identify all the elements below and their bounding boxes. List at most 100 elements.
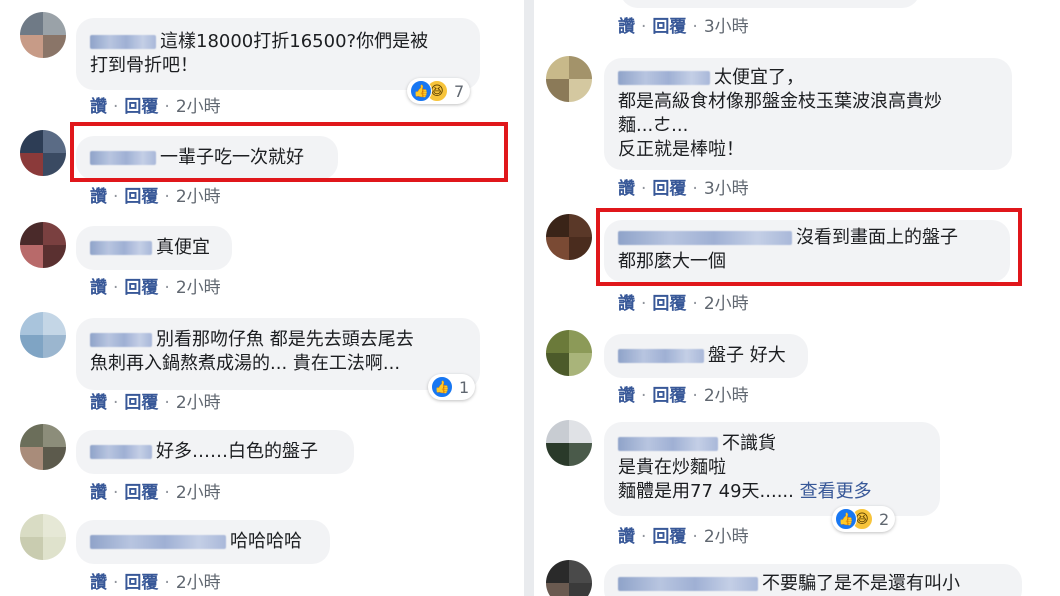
comment-text: 一輩子吃一次就好 [160, 147, 304, 168]
commenter-name[interactable] [618, 71, 710, 85]
commenter-name[interactable] [618, 437, 718, 451]
like-button[interactable]: 讚 [90, 483, 107, 503]
reply-button[interactable]: 回覆 [124, 483, 158, 503]
commenter-name[interactable] [618, 577, 758, 591]
reaction-summary[interactable]: 👍 1 [428, 374, 476, 400]
commenter-name[interactable] [90, 241, 152, 255]
commenter-name[interactable] [90, 445, 152, 459]
comment-timestamp[interactable]: 3小時 [704, 179, 749, 199]
comment-timestamp[interactable]: 2小時 [704, 294, 749, 314]
avatar[interactable] [20, 222, 66, 268]
like-button[interactable]: 讚 [90, 573, 107, 593]
comment-bubble [620, 0, 920, 8]
reply-button[interactable]: 回覆 [652, 386, 686, 406]
comment-timestamp[interactable]: 2小時 [176, 278, 221, 298]
like-button[interactable]: 讚 [618, 386, 635, 406]
comment-text: 反正就是棒啦！ [618, 139, 744, 160]
avatar[interactable] [20, 424, 66, 470]
comment-text: 都是高級食材像那盤金枝玉葉波浪高貴炒 [618, 91, 942, 112]
comment-bubble: 哈哈哈哈 [76, 520, 330, 564]
comment-bubble: 太便宜了， 都是高級食材像那盤金枝玉葉波浪高貴炒 麵...ㄜ... 反正就是棒啦… [604, 58, 1012, 170]
reaction-summary[interactable]: 👍 😆 7 [407, 78, 471, 104]
comment-text: 哈哈哈哈 [230, 531, 302, 552]
avatar[interactable] [546, 330, 592, 376]
comment-actions: 讚 · 回覆 · 2小時 [90, 187, 221, 207]
reply-button[interactable]: 回覆 [652, 17, 686, 37]
comment-text: 都那麼大一個 [618, 251, 726, 272]
comment-actions: 讚 · 回覆 · 2小時 [618, 294, 749, 314]
comment-actions: 讚 · 回覆 · 2小時 [618, 386, 749, 406]
comment-timestamp[interactable]: 3小時 [704, 17, 749, 37]
see-more-link[interactable]: 查看更多 [800, 481, 872, 502]
avatar[interactable] [546, 560, 592, 596]
commenter-name[interactable] [90, 35, 156, 49]
left-comment-column: 這樣18000打折16500?你們是被 打到骨折吧！ 👍 😆 7 讚 · 回覆 · 2小… [0, 0, 524, 596]
comment-bubble: 別看那吻仔魚 都是先去頭去尾去 魚刺再入鍋熬煮成湯的... 貴在工法啊... [76, 318, 480, 390]
comment-actions: 讚 · 回覆 · 2小時 [90, 483, 221, 503]
comment-text: 麵體是用77 49天...... [618, 481, 794, 502]
like-button[interactable]: 讚 [90, 278, 107, 298]
comment-text: 別看那吻仔魚 都是先去頭去尾去 [156, 329, 414, 350]
comment-actions: 讚 · 回覆 · 3小時 [618, 179, 749, 199]
reply-button[interactable]: 回覆 [124, 393, 158, 413]
like-button[interactable]: 讚 [90, 393, 107, 413]
like-button[interactable]: 讚 [90, 187, 107, 207]
reply-button[interactable]: 回覆 [124, 573, 158, 593]
comment-timestamp[interactable]: 2小時 [176, 573, 221, 593]
avatar[interactable] [546, 420, 592, 466]
comment-actions: 讚 · 回覆 · 2小時 [90, 393, 221, 413]
reply-button[interactable]: 回覆 [124, 278, 158, 298]
comment-timestamp[interactable]: 2小時 [704, 386, 749, 406]
comment-text: 打到骨折吧！ [90, 55, 198, 76]
like-button[interactable]: 讚 [618, 179, 635, 199]
comment-bubble: 好多……白色的盤子 [76, 430, 354, 474]
comment-timestamp[interactable]: 2小時 [176, 97, 221, 117]
avatar[interactable] [546, 56, 592, 102]
comment-text: 麵...ㄜ... [618, 115, 689, 136]
reply-button[interactable]: 回覆 [652, 294, 686, 314]
commenter-name[interactable] [90, 333, 152, 347]
reply-button[interactable]: 回覆 [652, 179, 686, 199]
like-button[interactable]: 讚 [90, 97, 107, 117]
avatar[interactable] [20, 130, 66, 176]
commenter-name[interactable] [618, 231, 792, 245]
comment-bubble: 沒看到畫面上的盤子 都那麼大一個 [604, 220, 1010, 282]
comment-bubble: 不識貨 是貴在炒麵啦 麵體是用77 49天...... 查看更多 [604, 422, 940, 516]
comment-text: 魚刺再入鍋熬煮成湯的... 貴在工法啊... [90, 353, 401, 374]
comment-text: 是貴在炒麵啦 [618, 457, 726, 478]
comment-timestamp[interactable]: 2小時 [176, 483, 221, 503]
comment-actions: 讚 · 回覆 · 3小時 [618, 17, 749, 37]
comment-actions: 讚 · 回覆 · 2小時 [618, 527, 749, 547]
commenter-name[interactable] [90, 535, 226, 549]
reaction-summary[interactable]: 👍 😆 2 [832, 506, 896, 532]
comment-bubble: 盤子 好大 [604, 334, 808, 378]
comment-bubble: 一輩子吃一次就好 [76, 136, 338, 180]
comment-timestamp[interactable]: 2小時 [704, 527, 749, 547]
like-button[interactable]: 讚 [618, 527, 635, 547]
like-button[interactable]: 讚 [618, 17, 635, 37]
right-comment-column: 讚 · 回覆 · 3小時 太便宜了， 都是高級食材像那盤金枝玉葉波浪高貴炒 麵...ㄜ.… [534, 0, 1060, 596]
comment-actions: 讚 · 回覆 · 2小時 [90, 97, 221, 117]
avatar[interactable] [20, 514, 66, 560]
reply-button[interactable]: 回覆 [124, 97, 158, 117]
comment-actions: 讚 · 回覆 · 2小時 [90, 278, 221, 298]
comment-actions: 讚 · 回覆 · 2小時 [90, 573, 221, 593]
comment-timestamp[interactable]: 2小時 [176, 393, 221, 413]
panel-divider [524, 0, 534, 596]
avatar[interactable] [546, 214, 592, 260]
comment-text: 沒看到畫面上的盤子 [796, 227, 958, 248]
avatar[interactable] [20, 312, 66, 358]
commenter-name[interactable] [90, 151, 156, 165]
like-reaction-icon: 👍 [835, 508, 857, 530]
comment-text: 好多……白色的盤子 [156, 441, 318, 462]
like-button[interactable]: 讚 [618, 294, 635, 314]
reply-button[interactable]: 回覆 [124, 187, 158, 207]
like-reaction-icon: 👍 [410, 80, 432, 102]
comment-text: 真便宜 [156, 237, 210, 258]
reply-button[interactable]: 回覆 [652, 527, 686, 547]
comment-bubble: 不要騙了是不是還有叫小 [604, 564, 1022, 596]
avatar[interactable] [20, 12, 66, 58]
comment-text: 不識貨 [722, 433, 776, 454]
comment-timestamp[interactable]: 2小時 [176, 187, 221, 207]
commenter-name[interactable] [618, 349, 704, 363]
